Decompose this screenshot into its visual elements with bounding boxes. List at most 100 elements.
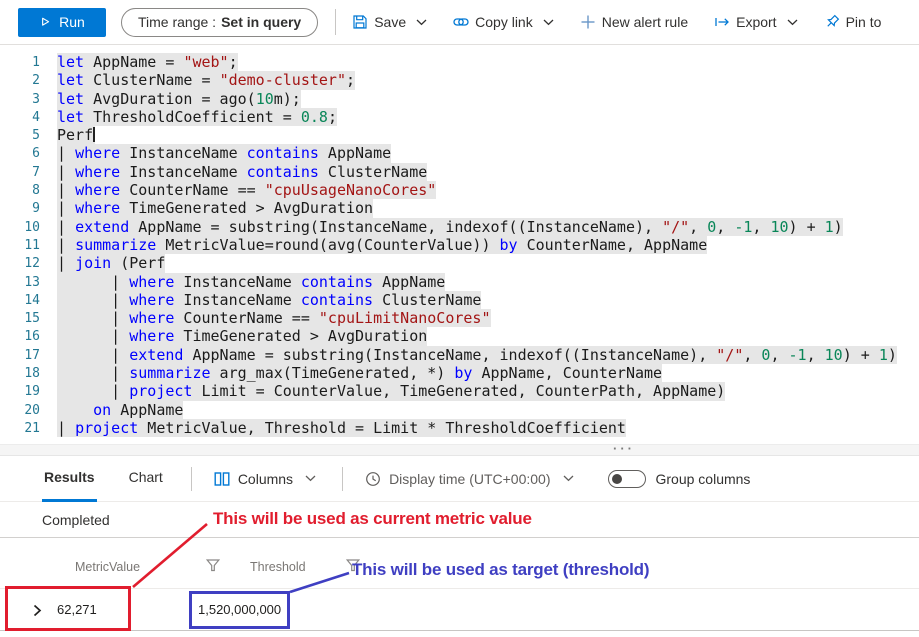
pin-icon bbox=[824, 14, 840, 30]
save-icon bbox=[352, 14, 368, 30]
code-token: join bbox=[75, 254, 111, 272]
code-token: ClusterName bbox=[373, 291, 481, 309]
query-editor[interactable]: 1let AppName = "web";2let ClusterName = … bbox=[0, 46, 919, 444]
code-line[interactable]: 4let ThresholdCoefficient = 0.8; bbox=[0, 108, 919, 126]
code-line[interactable]: 8| where CounterName == "cpuUsageNanoCor… bbox=[0, 181, 919, 199]
results-table-header: MetricValue Threshold bbox=[0, 538, 919, 588]
code-token: AppName bbox=[373, 273, 445, 291]
column-header-metricvalue[interactable]: MetricValue bbox=[75, 560, 140, 574]
filter-icon[interactable] bbox=[346, 559, 360, 572]
code-line[interactable]: 11| summarize MetricValue=round(avg(Coun… bbox=[0, 236, 919, 254]
code-token: "/" bbox=[662, 218, 689, 236]
code-line[interactable]: 1let AppName = "web"; bbox=[0, 53, 919, 71]
code-token: | bbox=[57, 327, 129, 345]
chevron-down-icon bbox=[305, 475, 316, 482]
line-number: 21 bbox=[0, 419, 40, 437]
code-line[interactable]: 18 | summarize arg_max(TimeGenerated, *)… bbox=[0, 364, 919, 382]
code-token: ClusterName = bbox=[84, 71, 219, 89]
code-token: by bbox=[454, 364, 472, 382]
code-line[interactable]: 6| where InstanceName contains AppName bbox=[0, 144, 919, 162]
code-line[interactable]: 13 | where InstanceName contains AppName bbox=[0, 273, 919, 291]
code-token: where bbox=[75, 181, 120, 199]
column-header-threshold[interactable]: Threshold bbox=[250, 560, 306, 574]
code-token: contains bbox=[301, 273, 373, 291]
line-number: 12 bbox=[0, 254, 40, 272]
code-token: TimeGenerated > AvgDuration bbox=[174, 327, 427, 345]
columns-label: Columns bbox=[238, 471, 293, 487]
code-token: ClusterName bbox=[319, 163, 427, 181]
line-number: 10 bbox=[0, 218, 40, 236]
table-row[interactable]: 62,271 1,520,000,000 bbox=[0, 588, 919, 631]
new-alert-rule-label: New alert rule bbox=[602, 14, 688, 30]
query-toolbar: Run Time range : Set in query Save Copy … bbox=[0, 0, 919, 45]
display-time-button[interactable]: Display time (UTC+00:00) bbox=[365, 471, 573, 487]
new-alert-rule-button[interactable]: New alert rule bbox=[580, 14, 688, 30]
code-line[interactable]: 10| extend AppName = substring(InstanceN… bbox=[0, 218, 919, 236]
filter-icon[interactable] bbox=[206, 559, 220, 572]
code-line[interactable]: 2let ClusterName = "demo-cluster"; bbox=[0, 71, 919, 89]
pin-button[interactable]: Pin to bbox=[824, 14, 882, 30]
copy-link-button[interactable]: Copy link bbox=[453, 14, 554, 30]
code-line[interactable]: 7 | where InstanceName contains ClusterNa… bbox=[0, 163, 919, 181]
group-columns-toggle[interactable] bbox=[608, 470, 646, 488]
query-status: Completed bbox=[42, 512, 110, 528]
code-token: , bbox=[689, 218, 707, 236]
code-token: CounterName, AppName bbox=[518, 236, 708, 254]
code-token: | bbox=[57, 419, 75, 437]
display-time-label: Display time (UTC+00:00) bbox=[389, 471, 550, 487]
code-token: | bbox=[57, 346, 129, 364]
query-statusbar: Completed bbox=[0, 502, 919, 538]
tab-results[interactable]: Results bbox=[42, 456, 97, 502]
code-token: InstanceName bbox=[120, 163, 246, 181]
code-token: ThresholdCoefficient = bbox=[84, 108, 301, 126]
code-token bbox=[57, 401, 93, 419]
code-line[interactable]: 19 | project Limit = CounterValue, TimeG… bbox=[0, 382, 919, 400]
splitter-dots: ··· bbox=[613, 441, 635, 456]
columns-button[interactable]: Columns bbox=[214, 471, 316, 487]
results-toolbar: Results Chart Columns Display time (UTC+0… bbox=[0, 456, 919, 502]
line-number: 16 bbox=[0, 327, 40, 345]
code-token: AppName = bbox=[84, 53, 183, 71]
code-token: AvgDuration = ago( bbox=[84, 90, 256, 108]
cell-threshold: 1,520,000,000 bbox=[198, 602, 281, 617]
code-token: | bbox=[57, 163, 75, 181]
code-line[interactable]: 9| where TimeGenerated > AvgDuration bbox=[0, 199, 919, 217]
splitter-handle[interactable]: ··· bbox=[0, 444, 919, 456]
line-number: 20 bbox=[0, 401, 40, 419]
code-line[interactable]: 15 | where CounterName == "cpuLimitNanoC… bbox=[0, 309, 919, 327]
line-number: 3 bbox=[0, 90, 40, 108]
export-button[interactable]: Export bbox=[714, 14, 797, 30]
code-line[interactable]: 12| join (Perf bbox=[0, 254, 919, 272]
code-token: 0 bbox=[707, 218, 716, 236]
code-line[interactable]: 16 | where TimeGenerated > AvgDuration bbox=[0, 327, 919, 345]
code-line[interactable]: 20 on AppName bbox=[0, 401, 919, 419]
chevron-down-icon bbox=[563, 475, 574, 482]
code-token: | bbox=[57, 181, 75, 199]
results-tabs: Results Chart bbox=[42, 456, 165, 502]
code-token: 1 bbox=[879, 346, 888, 364]
columns-icon bbox=[214, 471, 230, 487]
code-token: | bbox=[57, 236, 75, 254]
code-line[interactable]: 21| project MetricValue, Threshold = Lim… bbox=[0, 419, 919, 437]
code-token: , bbox=[807, 346, 825, 364]
code-token: let bbox=[57, 90, 84, 108]
code-token: contains bbox=[247, 163, 319, 181]
code-token: summarize bbox=[129, 364, 210, 382]
tab-chart[interactable]: Chart bbox=[127, 456, 165, 502]
time-range-pill[interactable]: Time range : Set in query bbox=[121, 8, 318, 37]
code-token: where bbox=[75, 144, 120, 162]
line-number: 7 bbox=[0, 163, 40, 181]
run-button[interactable]: Run bbox=[18, 8, 106, 37]
code-token: where bbox=[75, 163, 120, 181]
code-line[interactable]: 14 | where InstanceName contains Cluster… bbox=[0, 291, 919, 309]
code-line[interactable]: 17 | extend AppName = substring(Instance… bbox=[0, 346, 919, 364]
code-line[interactable]: 5Perf bbox=[0, 126, 919, 144]
code-token: | bbox=[57, 144, 75, 162]
expand-row-icon[interactable] bbox=[33, 604, 42, 617]
line-number: 1 bbox=[0, 53, 40, 71]
line-number: 11 bbox=[0, 236, 40, 254]
code-token: AppName bbox=[111, 401, 183, 419]
code-token: , bbox=[752, 218, 770, 236]
save-button[interactable]: Save bbox=[352, 14, 427, 30]
code-line[interactable]: 3let AvgDuration = ago(10m); bbox=[0, 90, 919, 108]
